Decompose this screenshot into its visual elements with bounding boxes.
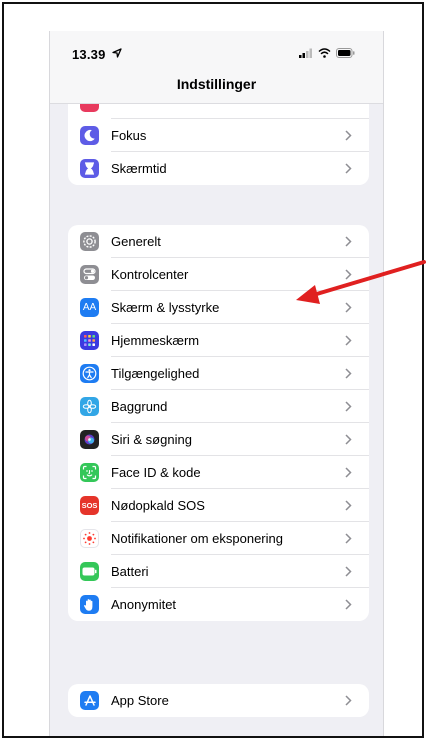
chevron-right-icon <box>345 302 352 313</box>
settings-row-kontrolcenter[interactable]: Kontrolcenter <box>68 258 369 291</box>
settings-row-label: Nødopkald SOS <box>111 498 205 513</box>
siri-icon <box>80 430 99 449</box>
settings-row-label: Tilgængelighed <box>111 366 200 381</box>
hourglass-icon <box>80 159 99 178</box>
wifi-icon <box>318 48 331 58</box>
settings-row-siri-soegning[interactable]: Siri & søgning <box>68 423 369 456</box>
settings-row-label: Skærmtid <box>111 161 167 176</box>
settings-row-label: Siri & søgning <box>111 432 192 447</box>
flower-icon <box>80 397 99 416</box>
exposure-icon <box>80 529 99 548</box>
moon-icon <box>80 126 99 145</box>
toggles-icon <box>80 265 99 284</box>
settings-row-label: Fokus <box>111 128 147 143</box>
settings-row-label: Hjemmeskærm <box>111 333 200 348</box>
location-arrow-icon <box>112 48 122 58</box>
settings-row-notifikationer-eksponering[interactable]: Notifikationer om eksponering <box>68 522 369 555</box>
chevron-right-icon <box>345 335 352 346</box>
settings-row-baggrund[interactable]: Baggrund <box>68 390 369 423</box>
settings-row-label: Skærm & lysstyrke <box>111 300 220 315</box>
cellular-signal-icon <box>299 48 312 58</box>
chevron-right-icon <box>345 368 352 379</box>
chevron-right-icon <box>345 269 352 280</box>
phone-screen: 13.39 Indstillinger Fokus Skærmtid Gener… <box>49 31 384 736</box>
settings-row-face-id-kode[interactable]: Face ID & kode <box>68 456 369 489</box>
chevron-right-icon <box>345 434 352 445</box>
battery-status-icon <box>336 48 355 58</box>
settings-row-generelt[interactable]: Generelt <box>68 225 369 258</box>
settings-row-skaerm-lysstyrke[interactable]: AA Skærm & lysstyrke <box>68 291 369 324</box>
settings-row-noedopkald-sos[interactable]: SOS Nødopkald SOS <box>68 489 369 522</box>
face-id-icon <box>80 463 99 482</box>
settings-row-anonymitet[interactable]: Anonymitet <box>68 588 369 621</box>
chevron-right-icon <box>345 163 352 174</box>
status-icons <box>299 48 355 58</box>
status-time: 13.39 <box>72 47 106 62</box>
settings-row-label: Anonymitet <box>111 597 177 612</box>
settings-row-app-store[interactable]: App Store <box>68 684 369 717</box>
settings-row-tilgaengelighed[interactable]: Tilgængelighed <box>68 357 369 390</box>
chevron-right-icon <box>345 467 352 478</box>
app-store-icon <box>80 691 99 710</box>
chevron-right-icon <box>345 130 352 141</box>
chevron-right-icon <box>345 566 352 577</box>
app-grid-icon <box>80 331 99 350</box>
chevron-right-icon <box>345 695 352 706</box>
settings-row-hjemmeskaerm[interactable]: Hjemmeskærm <box>68 324 369 357</box>
settings-row-label: Generelt <box>111 234 161 249</box>
screenshot-frame: 13.39 Indstillinger Fokus Skærmtid Gener… <box>2 2 424 738</box>
battery-icon <box>80 562 99 581</box>
settings-row-batteri[interactable]: Batteri <box>68 555 369 588</box>
nav-bar: Indstillinger <box>50 67 383 104</box>
chevron-right-icon <box>345 599 352 610</box>
chevron-right-icon <box>345 533 352 544</box>
page-title: Indstillinger <box>176 76 257 92</box>
settings-row-label: Notifikationer om eksponering <box>111 531 283 546</box>
settings-row-label: Face ID & kode <box>111 465 201 480</box>
settings-row-label: App Store <box>111 693 169 708</box>
hand-icon <box>80 595 99 614</box>
text-size-icon: AA <box>80 298 99 317</box>
chevron-right-icon <box>345 401 352 412</box>
settings-row-fokus[interactable]: Fokus <box>68 119 369 152</box>
settings-row-label: Batteri <box>111 564 149 579</box>
settings-row-label: Kontrolcenter <box>111 267 189 282</box>
chevron-right-icon <box>345 500 352 511</box>
settings-row-label: Baggrund <box>111 399 168 414</box>
gear-icon <box>80 232 99 251</box>
sos-icon: SOS <box>80 496 99 515</box>
chevron-right-icon <box>345 236 352 247</box>
settings-row-skaermtid[interactable]: Skærmtid <box>68 152 369 185</box>
settings-group-general: Generelt Kontrolcenter AA Skærm & lyssty… <box>68 225 369 621</box>
status-bar: 13.39 <box>50 31 383 67</box>
accessibility-icon <box>80 364 99 383</box>
settings-group-store: App Store <box>68 684 369 717</box>
